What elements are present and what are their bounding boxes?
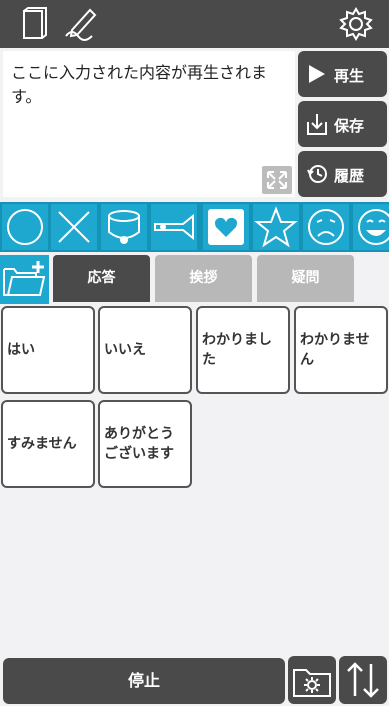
save-icon — [306, 112, 328, 136]
phrase-label: すみません — [7, 436, 77, 452]
stop-button[interactable]: 停止 — [3, 658, 285, 704]
pen-note-icon[interactable] — [62, 6, 98, 42]
tab-greeting[interactable]: 挨拶 — [155, 255, 252, 302]
book-icon[interactable] — [16, 6, 52, 42]
phrase-button[interactable]: いいえ — [98, 306, 192, 394]
play-button[interactable]: 再生 — [298, 51, 387, 97]
star-icon[interactable] — [253, 204, 299, 250]
drum-icon[interactable] — [101, 204, 147, 250]
history-label: 履歴 — [334, 167, 365, 185]
phrase-label: ありがとうございます — [104, 426, 174, 462]
heart-icon[interactable] — [203, 204, 249, 250]
horn-icon[interactable] — [151, 204, 197, 250]
phrase-label: わかりました — [202, 332, 272, 368]
play-icon — [306, 62, 328, 86]
top-bar — [0, 0, 389, 48]
speech-text: ここに入力された内容が再生されます。 — [11, 63, 268, 106]
sad-face-icon[interactable] — [303, 204, 349, 250]
phrase-button[interactable]: はい — [1, 306, 95, 394]
happy-face-icon[interactable] — [353, 204, 389, 250]
phrase-button[interactable]: わかりました — [196, 306, 290, 394]
phrase-label: わかりません — [300, 332, 370, 368]
phrase-label: はい — [7, 342, 35, 358]
tab-question[interactable]: 疑問 — [257, 255, 354, 302]
play-label: 再生 — [334, 67, 365, 85]
save-button[interactable]: 保存 — [298, 101, 387, 147]
phrase-button[interactable]: わかりません — [294, 306, 388, 394]
folder-settings-icon[interactable] — [288, 656, 336, 704]
sort-arrows-icon[interactable] — [339, 656, 387, 704]
tab-response[interactable]: 応答 — [53, 255, 150, 302]
expand-icon[interactable] — [262, 166, 292, 194]
history-button[interactable]: 履歴 — [298, 151, 387, 197]
circle-icon[interactable] — [2, 204, 48, 250]
phrase-label: いいえ — [104, 342, 146, 358]
add-folder-icon[interactable] — [0, 255, 49, 304]
phrase-button[interactable]: ありがとうございます — [98, 400, 192, 488]
history-icon — [306, 162, 328, 186]
phrase-button[interactable]: すみません — [1, 400, 95, 488]
speech-text-field[interactable]: ここに入力された内容が再生されます。 — [3, 51, 295, 197]
cross-icon[interactable] — [51, 204, 97, 250]
save-label: 保存 — [334, 117, 365, 135]
gear-icon[interactable] — [338, 6, 374, 42]
